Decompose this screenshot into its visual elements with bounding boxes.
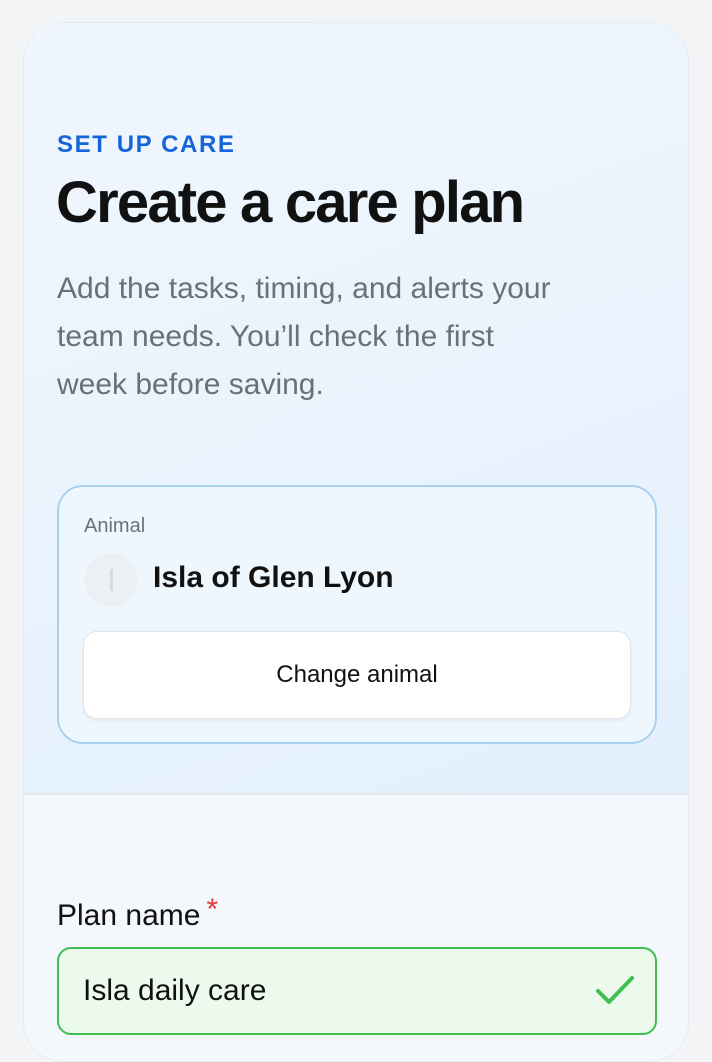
page-description: Add the tasks, timing, and alerts your t…	[57, 272, 551, 401]
plan-name-label: Plan name *	[57, 893, 218, 933]
check-icon	[596, 976, 634, 1004]
animal-label: Animal	[84, 515, 146, 537]
avatar-placeholder-icon	[110, 569, 113, 591]
change-animal-button[interactable]: Change animal	[83, 631, 631, 719]
animal-selection-box: Animal Isla of Glen Lyon Change animal	[57, 485, 657, 744]
plan-name-input[interactable]	[57, 947, 657, 1035]
hero-section: SET UP CARE Create a care plan Add the t…	[24, 23, 688, 793]
animal-name: Isla of Glen Lyon	[153, 561, 394, 594]
care-plan-card: SET UP CARE Create a care plan Add the t…	[23, 22, 689, 1062]
animal-avatar	[84, 553, 138, 607]
eyebrow-label: SET UP CARE	[57, 131, 236, 158]
page-title: Create a care plan	[56, 170, 525, 235]
required-marker: *	[206, 893, 219, 926]
plan-name-label-text: Plan name	[57, 899, 201, 932]
plan-form: Plan name *	[24, 795, 688, 1061]
